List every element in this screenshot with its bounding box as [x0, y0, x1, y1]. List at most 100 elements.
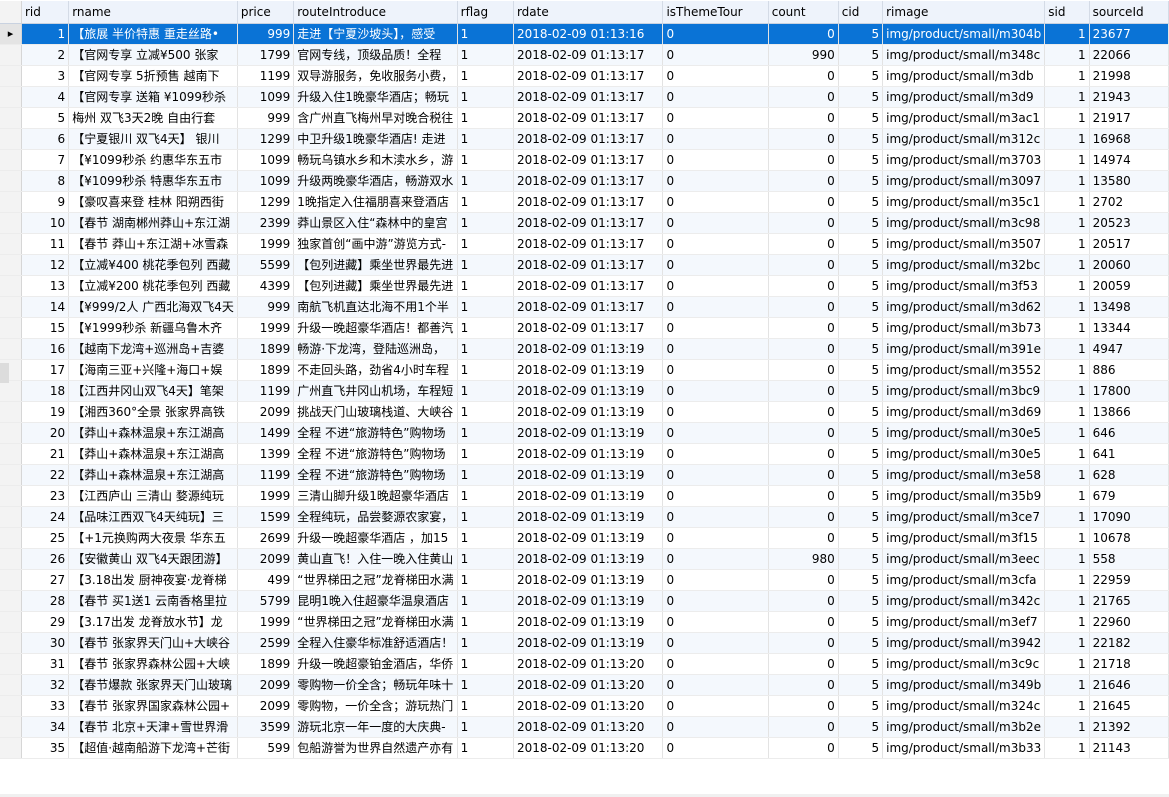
- cell-rname[interactable]: 【春节 买1送1 云南香格里拉: [68, 590, 238, 612]
- cell-rname[interactable]: 【¥999/2人 广西北海双飞4天: [68, 296, 238, 318]
- column-header-rid[interactable]: rid: [21, 1, 70, 24]
- cell-rimage[interactable]: img/product/small/m3d62: [882, 296, 1046, 318]
- cell-rflag[interactable]: 1: [457, 317, 514, 339]
- cell-rflag[interactable]: 1: [457, 44, 514, 66]
- cell-price[interactable]: 2099: [237, 695, 295, 717]
- cell-routeintroduce[interactable]: 升级一晚超豪铂金酒店，华侨: [293, 653, 458, 675]
- cell-price[interactable]: 2399: [237, 212, 295, 234]
- cell-rname[interactable]: 【春节 张家界森林公园+大峡: [68, 653, 238, 675]
- cell-count[interactable]: 0: [768, 737, 839, 759]
- cell-rflag[interactable]: 1: [457, 569, 514, 591]
- cell-rimage[interactable]: img/product/small/m3f53: [882, 275, 1046, 297]
- cell-rflag[interactable]: 1: [457, 338, 514, 360]
- cell-isthemetour[interactable]: 0: [662, 254, 769, 276]
- cell-rid[interactable]: 31: [21, 653, 70, 675]
- row-selector[interactable]: [0, 464, 22, 486]
- cell-routeintroduce[interactable]: 广州直飞井冈山机场，车程短: [293, 380, 458, 402]
- cell-count[interactable]: 980: [768, 548, 839, 570]
- cell-rimage[interactable]: img/product/small/m3ac1: [882, 107, 1046, 129]
- column-header-sid[interactable]: sid: [1044, 1, 1090, 24]
- cell-isthemetour[interactable]: 0: [662, 86, 769, 108]
- cell-routeintroduce[interactable]: 三清山脚升级1晚超豪华酒店: [293, 485, 458, 507]
- cell-sourceid[interactable]: 17800: [1089, 380, 1169, 402]
- cell-cid[interactable]: 5: [838, 338, 884, 360]
- row-selector[interactable]: [0, 86, 22, 108]
- cell-rid[interactable]: 4: [21, 86, 70, 108]
- cell-rname[interactable]: 梅州 双飞3天2晚 自由行套: [68, 107, 238, 129]
- cell-rimage[interactable]: img/product/small/m3f15: [882, 527, 1046, 549]
- cell-isthemetour[interactable]: 0: [662, 737, 769, 759]
- cell-rflag[interactable]: 1: [457, 611, 514, 633]
- cell-price[interactable]: 1799: [237, 44, 295, 66]
- cell-rflag[interactable]: 1: [457, 695, 514, 717]
- cell-rimage[interactable]: img/product/small/m35c1: [882, 191, 1046, 213]
- cell-cid[interactable]: 5: [838, 65, 884, 87]
- cell-sourceid[interactable]: 20059: [1089, 275, 1169, 297]
- cell-rid[interactable]: 2: [21, 44, 70, 66]
- table-row[interactable]: 28 【春节 买1送1 云南香格里拉 5799 昆明1晚入住超豪华温泉酒店 1 2018-…: [0, 590, 1169, 612]
- cell-rdate[interactable]: 2018-02-09 01:13:19: [513, 569, 664, 591]
- cell-cid[interactable]: 5: [838, 296, 884, 318]
- cell-rdate[interactable]: 2018-02-09 01:13:19: [513, 422, 664, 444]
- row-selector[interactable]: [0, 569, 22, 591]
- cell-rimage[interactable]: img/product/small/m3703: [882, 149, 1046, 171]
- cell-sid[interactable]: 1: [1044, 191, 1090, 213]
- row-selector[interactable]: [0, 212, 22, 234]
- row-selector[interactable]: [0, 632, 22, 654]
- table-row[interactable]: 16 【越南下龙湾+巡洲岛+吉婆 1899 畅游·下龙湾，登陆巡洲岛， 1 2018-02…: [0, 338, 1169, 360]
- cell-rimage[interactable]: img/product/small/m30e5: [882, 443, 1046, 465]
- cell-sourceid[interactable]: 641: [1089, 443, 1169, 465]
- cell-routeintroduce[interactable]: 升级入住1晚豪华酒店；畅玩: [293, 86, 458, 108]
- cell-rid[interactable]: 8: [21, 170, 70, 192]
- cell-rflag[interactable]: 1: [457, 653, 514, 675]
- cell-rdate[interactable]: 2018-02-09 01:13:17: [513, 107, 664, 129]
- cell-isthemetour[interactable]: 0: [662, 275, 769, 297]
- cell-rimage[interactable]: img/product/small/m349b: [882, 674, 1046, 696]
- cell-rdate[interactable]: 2018-02-09 01:13:19: [513, 401, 664, 423]
- cell-count[interactable]: 0: [768, 128, 839, 150]
- cell-rimage[interactable]: img/product/small/m312c: [882, 128, 1046, 150]
- row-selector[interactable]: [0, 527, 22, 549]
- cell-rid[interactable]: 18: [21, 380, 70, 402]
- cell-rdate[interactable]: 2018-02-09 01:13:19: [513, 464, 664, 486]
- cell-price[interactable]: 1399: [237, 443, 295, 465]
- cell-rid[interactable]: 20: [21, 422, 70, 444]
- cell-sourceid[interactable]: 21143: [1089, 737, 1169, 759]
- cell-count[interactable]: 0: [768, 338, 839, 360]
- cell-sourceid[interactable]: 679: [1089, 485, 1169, 507]
- row-selector[interactable]: [0, 548, 22, 570]
- cell-cid[interactable]: 5: [838, 590, 884, 612]
- cell-rflag[interactable]: 1: [457, 401, 514, 423]
- cell-sourceid[interactable]: 13580: [1089, 170, 1169, 192]
- cell-rimage[interactable]: img/product/small/m3cfa: [882, 569, 1046, 591]
- table-row[interactable]: 20 【莽山+森林温泉+东江湖高 1499 全程 不进“旅游特色”购物场 1 2018-0…: [0, 422, 1169, 444]
- table-row[interactable]: 23 【江西庐山 三清山 婺源纯玩 1999 三清山脚升级1晚超豪华酒店 1 2018-0…: [0, 485, 1169, 507]
- table-row[interactable]: 2 【官网专享 立减¥500 张家 1799 官网专线，顶级品质！全程 1 2018-02…: [0, 44, 1169, 66]
- cell-rflag[interactable]: 1: [457, 716, 514, 738]
- cell-cid[interactable]: 5: [838, 632, 884, 654]
- cell-count[interactable]: 0: [768, 443, 839, 465]
- cell-routeintroduce[interactable]: 昆明1晚入住超豪华温泉酒店: [293, 590, 458, 612]
- cell-cid[interactable]: 5: [838, 674, 884, 696]
- table-row[interactable]: 13 【立减¥200 桃花季包列 西藏 4399 【包列进藏】乘坐世界最先进 1 2018…: [0, 275, 1169, 297]
- cell-routeintroduce[interactable]: 双导游服务，免收服务小费，: [293, 65, 458, 87]
- cell-routeintroduce[interactable]: “世界梯田之冠”龙脊梯田水满: [293, 569, 458, 591]
- cell-routeintroduce[interactable]: “世界梯田之冠”龙脊梯田水满: [293, 611, 458, 633]
- cell-cid[interactable]: 5: [838, 380, 884, 402]
- row-selector[interactable]: [0, 422, 22, 444]
- cell-rdate[interactable]: 2018-02-09 01:13:20: [513, 695, 664, 717]
- row-selector[interactable]: [0, 254, 22, 276]
- cell-sid[interactable]: 1: [1044, 527, 1090, 549]
- cell-rdate[interactable]: 2018-02-09 01:13:19: [513, 485, 664, 507]
- cell-rdate[interactable]: 2018-02-09 01:13:17: [513, 275, 664, 297]
- cell-routeintroduce[interactable]: 独家首创“画中游”游览方式-: [293, 233, 458, 255]
- cell-rid[interactable]: 26: [21, 548, 70, 570]
- cell-cid[interactable]: 5: [838, 86, 884, 108]
- cell-rflag[interactable]: 1: [457, 23, 514, 45]
- cell-count[interactable]: 0: [768, 695, 839, 717]
- cell-rdate[interactable]: 2018-02-09 01:13:17: [513, 65, 664, 87]
- cell-rdate[interactable]: 2018-02-09 01:13:19: [513, 527, 664, 549]
- cell-sid[interactable]: 1: [1044, 86, 1090, 108]
- cell-isthemetour[interactable]: 0: [662, 128, 769, 150]
- cell-sourceid[interactable]: 13866: [1089, 401, 1169, 423]
